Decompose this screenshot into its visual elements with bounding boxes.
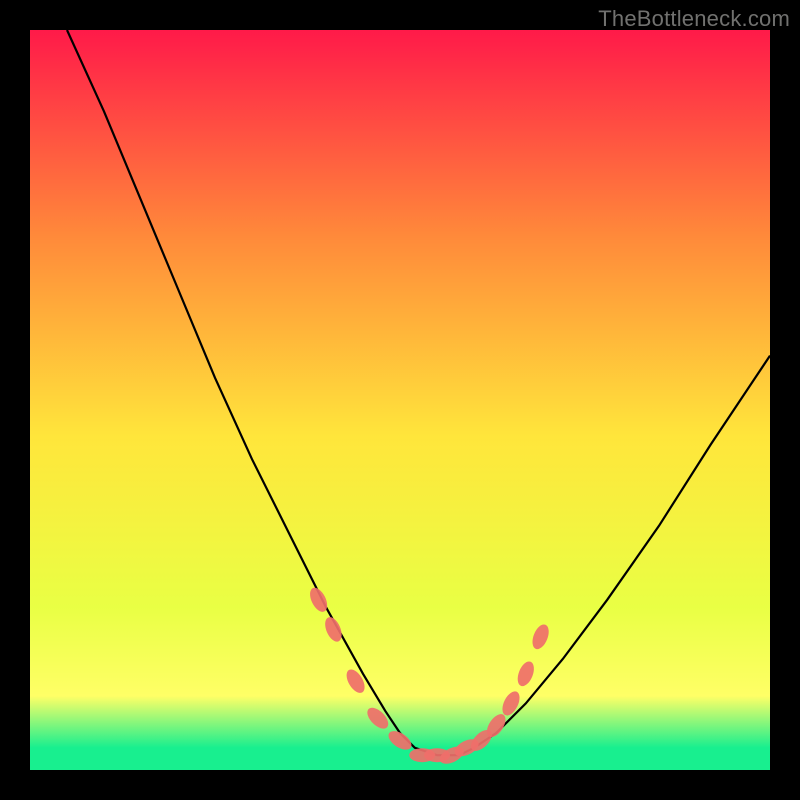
chart-svg	[30, 30, 770, 770]
gradient-background	[30, 30, 770, 770]
chart-frame	[30, 30, 770, 770]
watermark-text: TheBottleneck.com	[598, 6, 790, 32]
